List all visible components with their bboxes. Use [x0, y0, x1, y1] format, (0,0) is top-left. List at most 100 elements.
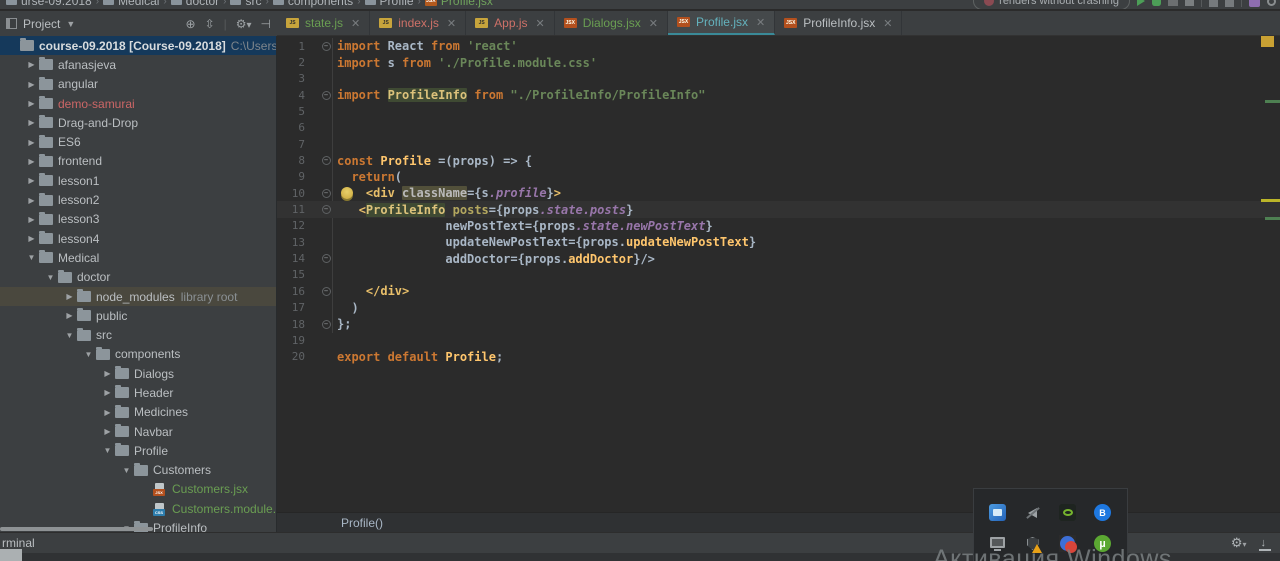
code-line[interactable]: 13 updateNewPostText={props.updateNewPos…: [277, 234, 1280, 250]
download-icon[interactable]: ↓: [1258, 537, 1270, 551]
breadcrumb-item[interactable]: Profile: [364, 0, 414, 8]
breadcrumb-item[interactable]: src: [230, 0, 261, 8]
close-icon[interactable]: ✕: [447, 17, 456, 30]
chevron-right-icon[interactable]: ▶: [63, 311, 76, 320]
chevron-right-icon[interactable]: ▶: [101, 427, 114, 436]
settings-icon[interactable]: ⚙▾: [1231, 535, 1247, 551]
tree-item-medicines[interactable]: ▶ Medicines: [0, 403, 276, 422]
chevron-right-icon[interactable]: ▶: [101, 388, 114, 397]
tree-item-es6[interactable]: ▶ ES6: [0, 132, 276, 151]
code-line[interactable]: 11 − <ProfileInfo posts={props.state.post…: [277, 201, 1280, 218]
tree-item-frontend[interactable]: ▶ frontend: [0, 152, 276, 171]
chevron-right-icon[interactable]: ▶: [25, 118, 38, 127]
tree-item-dialogs[interactable]: ▶ Dialogs: [0, 364, 276, 383]
chevron-right-icon[interactable]: ▶: [25, 196, 38, 205]
chevron-right-icon[interactable]: ▶: [25, 234, 38, 243]
editor-breadcrumb[interactable]: Profile(): [277, 512, 1280, 532]
hide-panel-icon[interactable]: ⊣: [261, 17, 271, 31]
fold-marker-icon[interactable]: −: [321, 286, 331, 296]
tab-dialogs.jsx[interactable]: JSX Dialogs.jsx ✕: [555, 11, 668, 35]
chevron-right-icon[interactable]: ▶: [25, 80, 38, 89]
stop-icon[interactable]: [1185, 0, 1194, 6]
code-line[interactable]: 19: [277, 332, 1280, 348]
close-icon[interactable]: ✕: [649, 17, 658, 30]
code-line[interactable]: 8 − const Profile =(props) => {: [277, 152, 1280, 168]
chevron-right-icon[interactable]: ▶: [101, 408, 114, 417]
fold-marker-icon[interactable]: −: [321, 188, 331, 198]
chevron-down-icon[interactable]: ▼: [120, 466, 133, 475]
tab-profileinfo.jsx[interactable]: JSX ProfileInfo.jsx ✕: [775, 11, 903, 35]
tree-item-public[interactable]: ▶ public: [0, 306, 276, 325]
change-marker[interactable]: [1261, 199, 1280, 202]
tree-item-drag-and-drop[interactable]: ▶ Drag-and-Drop: [0, 113, 276, 132]
code-line[interactable]: 5: [277, 103, 1280, 119]
chevron-right-icon[interactable]: ▶: [101, 369, 114, 378]
chevron-down-icon[interactable]: ▼: [25, 253, 38, 262]
code-line[interactable]: 3: [277, 71, 1280, 87]
tab-app.js[interactable]: JS App.js ✕: [466, 11, 555, 35]
tree-item-lesson2[interactable]: ▶ lesson2: [0, 190, 276, 209]
run-icon[interactable]: [1137, 0, 1145, 6]
tab-profile.jsx[interactable]: JSX Profile.jsx ✕: [667, 11, 776, 35]
profiler-icon[interactable]: [1249, 0, 1260, 7]
fold-marker-icon[interactable]: −: [321, 156, 331, 166]
code-editor[interactable]: 1− import React from 'react' 2 import s fro…: [277, 36, 1280, 532]
breadcrumb-item[interactable]: JSX Profile.jsx: [424, 0, 493, 8]
close-icon[interactable]: ✕: [883, 17, 892, 30]
chevron-down-icon[interactable]: ▼: [82, 350, 95, 359]
marker-icon[interactable]: [1225, 0, 1234, 7]
network-icon[interactable]: [989, 504, 1006, 521]
code-line[interactable]: 1 − import React from 'react': [277, 38, 1280, 54]
tab-state.js[interactable]: JS state.js ✕: [277, 11, 371, 35]
fold-marker-icon[interactable]: −: [321, 41, 331, 51]
tree-item-node_modules[interactable]: ▶ node_modules library root: [0, 286, 276, 307]
code-line[interactable]: 18 −};: [277, 316, 1280, 332]
breadcrumb-item[interactable]: Medical: [103, 0, 159, 8]
fold-marker-icon[interactable]: −: [321, 205, 331, 215]
chevron-right-icon[interactable]: ▶: [25, 60, 38, 69]
project-panel-header[interactable]: Project ▼ ⊕ ⇳ | ⚙▾ ⊣: [0, 11, 277, 36]
chevron-right-icon[interactable]: ▶: [25, 215, 38, 224]
tab-index.js[interactable]: JS index.js ✕: [370, 11, 467, 35]
change-marker[interactable]: [1265, 217, 1280, 220]
close-icon[interactable]: ✕: [351, 17, 360, 30]
breadcrumb-item[interactable]: Profile(): [341, 516, 383, 530]
code-line[interactable]: 17 ): [277, 300, 1280, 316]
chevron-down-icon[interactable]: ▼: [101, 446, 114, 455]
tree-item-lesson1[interactable]: ▶ lesson1: [0, 171, 276, 190]
tree-item-customers.jsx[interactable]: JSX Customers.jsx: [0, 480, 276, 499]
tree-item-header[interactable]: ▶ Header: [0, 383, 276, 402]
breadcrumb-item[interactable]: doctor: [170, 0, 219, 8]
collapse-all-icon[interactable]: ⇳: [205, 17, 215, 31]
tree-item-course-09.2018[interactable]: course-09.2018 [Course-09.2018] C:\Users\…: [0, 36, 276, 56]
tree-item-src[interactable]: ▼ src: [0, 325, 276, 344]
close-icon[interactable]: ✕: [756, 16, 765, 29]
code-area[interactable]: 1− import React from 'react' 2 import s fro…: [277, 36, 1280, 512]
code-line[interactable]: 20 export default Profile;: [277, 349, 1280, 365]
code-line[interactable]: 10 − <div className={s.profile}>: [277, 185, 1280, 201]
debug-icon[interactable]: [1152, 0, 1161, 6]
run-config-select[interactable]: renders without crashing: [973, 0, 1130, 9]
code-line[interactable]: 16 − </div>: [277, 283, 1280, 299]
settings-icon[interactable]: ⚙▾: [236, 17, 252, 31]
chevron-down-icon[interactable]: ▼: [63, 331, 76, 340]
marker-icon[interactable]: [1209, 0, 1218, 7]
chevron-right-icon[interactable]: ▶: [63, 292, 76, 301]
volume-muted-icon[interactable]: [1024, 504, 1041, 521]
tree-item-components[interactable]: ▼ components: [0, 345, 276, 364]
change-marker[interactable]: [1265, 100, 1280, 103]
tree-item-afanasjeva[interactable]: ▶ afanasjeva: [0, 55, 276, 74]
intention-bulb-icon[interactable]: [341, 187, 353, 200]
fold-marker-icon[interactable]: −: [321, 254, 331, 264]
tree-item-angular[interactable]: ▶ angular: [0, 75, 276, 94]
horizontal-scrollbar[interactable]: [0, 527, 153, 531]
chevron-right-icon[interactable]: ▶: [25, 157, 38, 166]
chevron-down-icon[interactable]: ▼: [44, 273, 57, 282]
fold-marker-icon[interactable]: −: [321, 90, 331, 100]
close-icon[interactable]: ✕: [536, 17, 545, 30]
chevron-right-icon[interactable]: ▶: [25, 99, 38, 108]
tree-item-lesson3[interactable]: ▶ lesson3: [0, 210, 276, 229]
tree-item-demo-samurai[interactable]: ▶ demo-samurai: [0, 94, 276, 113]
tree-item-navbar[interactable]: ▶ Navbar: [0, 422, 276, 441]
code-line[interactable]: 4 − import ProfileInfo from "./ProfileInfo…: [277, 87, 1280, 103]
